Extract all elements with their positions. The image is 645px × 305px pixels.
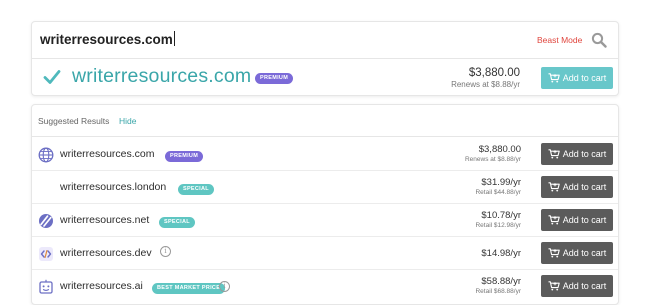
- result-row[interactable]: writerresources.net SPECIAL $10.78/yr Re…: [32, 204, 618, 237]
- hero-add-to-cart-button[interactable]: Add to cart: [541, 67, 613, 89]
- checkmark-icon: [43, 70, 61, 84]
- result-row[interactable]: writerresources.com PREMIUM $3,880.00 Re…: [32, 138, 618, 171]
- result-price: $3,880.00: [478, 144, 521, 155]
- result-row[interactable]: writerresources.london SPECIAL $31.99/yr…: [32, 171, 618, 204]
- hide-results-link[interactable]: Hide: [119, 116, 136, 126]
- info-icon[interactable]: i: [219, 281, 230, 292]
- special-badge: SPECIAL: [178, 184, 214, 195]
- search-icon[interactable]: [591, 32, 607, 48]
- hero-price-block: $3,880.00 Renews at $8.88/yr: [451, 67, 520, 89]
- search-card: writerresources.com Beast Mode writerres…: [31, 21, 619, 96]
- result-price-block: $10.78/yr Retail $12.98/yr: [475, 210, 521, 229]
- result-domain-name: writerresources.com: [60, 148, 155, 160]
- premium-badge: PREMIUM: [255, 73, 294, 84]
- add-to-cart-button[interactable]: Add to cart: [541, 242, 613, 264]
- beast-mode-link[interactable]: Beast Mode: [537, 35, 582, 45]
- result-price: $31.99/yr: [481, 177, 521, 188]
- add-to-cart-button[interactable]: Add to cart: [541, 143, 613, 165]
- cart-icon: [548, 281, 560, 291]
- suggested-results-card: Suggested Results Hide writerresources.c…: [31, 104, 619, 305]
- results-header: Suggested Results Hide: [32, 105, 618, 137]
- robot-face-icon: [39, 279, 53, 294]
- result-price-block: $14.98/yr: [481, 248, 521, 259]
- result-retail-price: Retail $12.98/yr: [475, 222, 521, 229]
- add-to-cart-label: Add to cart: [562, 182, 607, 192]
- cart-icon: [548, 248, 560, 258]
- cart-icon: [548, 149, 560, 159]
- result-retail-price: Retail $68.88/yr: [475, 288, 521, 295]
- result-retail-price: Retail $44.88/yr: [475, 189, 521, 196]
- add-to-cart-button[interactable]: Add to cart: [541, 209, 613, 231]
- result-row[interactable]: writerresources.ai BEST MARKET PRICE i $…: [32, 270, 618, 303]
- add-to-cart-label: Add to cart: [562, 149, 607, 159]
- code-brackets-icon: [39, 247, 53, 261]
- results-title: Suggested Results: [38, 116, 110, 126]
- add-to-cart-button[interactable]: Add to cart: [541, 275, 613, 297]
- cart-icon: [548, 73, 560, 83]
- hero-add-to-cart-label: Add to cart: [562, 73, 607, 83]
- result-price: $14.98/yr: [481, 248, 521, 259]
- result-price-block: $3,880.00 Renews at $8.88/yr: [465, 144, 521, 163]
- result-price: $10.78/yr: [481, 210, 521, 221]
- result-price-block: $31.99/yr Retail $44.88/yr: [475, 177, 521, 196]
- hero-renewal-price: Renews at $8.88/yr: [451, 80, 520, 89]
- result-domain-name: writerresources.ai: [60, 280, 143, 292]
- result-domain-name: writerresources.net: [60, 214, 150, 226]
- globe-icon: [38, 147, 54, 163]
- result-domain-name: writerresources.dev: [60, 247, 152, 259]
- hero-price: $3,880.00: [468, 67, 520, 79]
- special-badge: SPECIAL: [159, 217, 195, 228]
- cart-icon: [548, 215, 560, 225]
- text-caret: [173, 31, 175, 46]
- search-input[interactable]: writerresources.com: [40, 31, 175, 47]
- hero-domain-name: writerresources.com: [72, 65, 252, 87]
- result-renewal-price: Renews at $8.88/yr: [464, 156, 521, 163]
- result-price: $58.88/yr: [481, 276, 521, 287]
- add-to-cart-label: Add to cart: [562, 215, 607, 225]
- add-to-cart-button[interactable]: Add to cart: [541, 176, 613, 198]
- premium-badge: PREMIUM: [165, 151, 204, 162]
- info-icon[interactable]: i: [160, 246, 171, 257]
- hero-result: writerresources.com PREMIUM $3,880.00 Re…: [32, 60, 618, 97]
- result-domain-name: writerresources.london: [60, 181, 167, 193]
- add-to-cart-label: Add to cart: [562, 281, 607, 291]
- result-price-block: $58.88/yr Retail $68.88/yr: [475, 276, 521, 295]
- cart-icon: [548, 182, 560, 192]
- net-logo-icon: [39, 214, 53, 228]
- result-row[interactable]: writerresources.dev i $14.98/yr Add to c…: [32, 237, 618, 270]
- search-bar: writerresources.com Beast Mode: [32, 22, 618, 59]
- best-market-price-badge: BEST MARKET PRICE: [152, 283, 226, 294]
- add-to-cart-label: Add to cart: [562, 248, 607, 258]
- search-input-text: writerresources.com: [40, 32, 173, 47]
